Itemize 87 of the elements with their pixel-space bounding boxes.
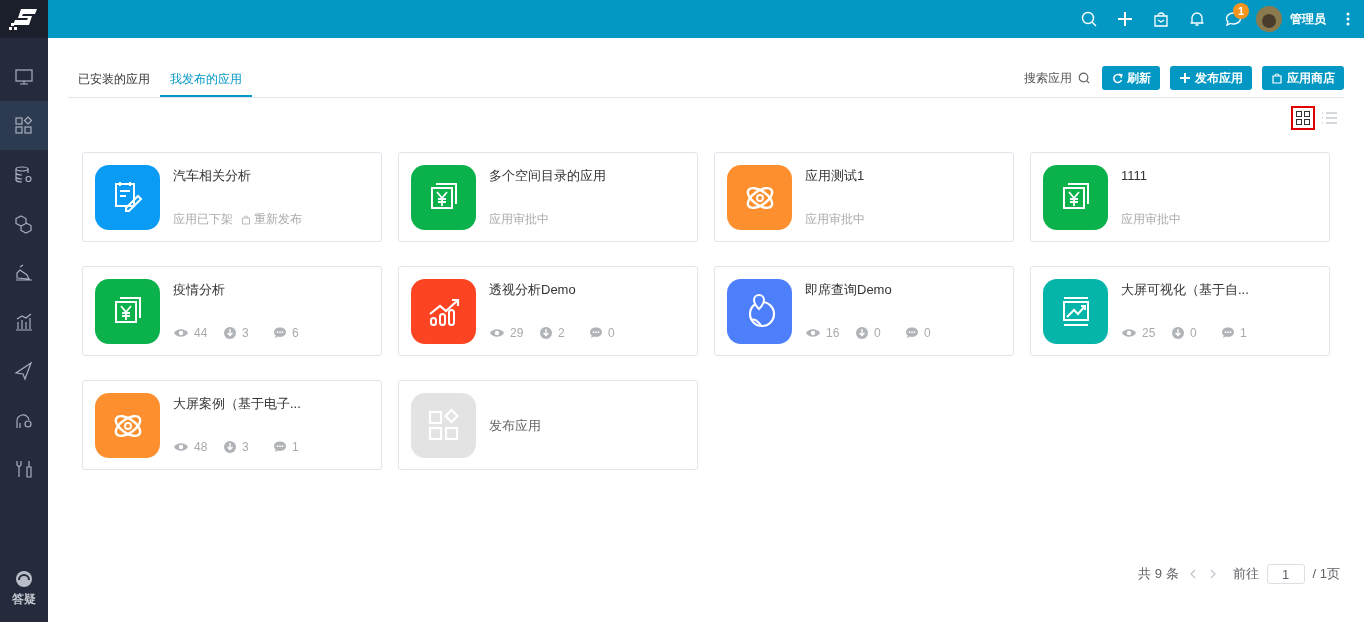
more-icon[interactable] (1346, 12, 1350, 26)
eye-icon (489, 326, 505, 340)
eye-icon (1121, 326, 1137, 340)
comment-count: 0 (924, 325, 931, 342)
grid-view-button[interactable] (1291, 106, 1315, 130)
comment-icon (273, 326, 287, 340)
page-input[interactable]: 1 (1266, 564, 1305, 584)
database-gear-icon (14, 164, 34, 185)
app-title: 疫情分析 (173, 281, 226, 299)
app-title: 应用测试1 (805, 167, 865, 185)
wrench-icon (14, 458, 34, 479)
bar-chart-icon (14, 311, 34, 332)
tab[interactable]: 已安装的应用 (68, 62, 160, 97)
apps-icon (14, 115, 34, 136)
comment-count: 1 (292, 439, 299, 456)
app-card[interactable]: 汽车相关分析 应用已下架 重新发布 (82, 152, 382, 242)
app-status: 应用审批中 (489, 211, 549, 228)
sidebar-item[interactable] (0, 101, 48, 150)
search-label[interactable]: 搜索应用 (1024, 69, 1072, 87)
app-status: 应用已下架 (173, 211, 233, 228)
app-title: 大屏案例（基于电子... (173, 395, 302, 413)
shopping-bag-icon (241, 213, 251, 225)
search-icon[interactable] (1078, 72, 1090, 84)
download-icon (223, 326, 237, 340)
app-title: 即席查询Demo (805, 281, 893, 299)
comment-icon (589, 326, 603, 340)
app-card[interactable]: 1111 应用审批中 (1030, 152, 1330, 242)
user-avatar[interactable] (1256, 6, 1282, 32)
plus-icon[interactable] (1117, 11, 1133, 27)
download-icon (1171, 326, 1185, 340)
app-title: 透视分析Demo (489, 281, 577, 299)
paper-plane-icon (14, 360, 34, 381)
list-icon (1320, 109, 1338, 127)
view-count: 29 (510, 325, 524, 342)
download-icon (539, 326, 553, 340)
app-title: 汽车相关分析 (173, 167, 252, 185)
download-count: 3 (242, 439, 249, 456)
download-icon (855, 326, 869, 340)
comment-count: 0 (608, 325, 615, 342)
app-card[interactable]: 即席查询Demo 16 0 0 (714, 266, 1014, 356)
grid-icon (1294, 109, 1312, 127)
app-title: 发布应用 (489, 416, 541, 435)
view-count: 25 (1142, 325, 1156, 342)
app-title: 大屏可视化（基于自... (1121, 281, 1250, 299)
eye-icon (173, 326, 189, 340)
goto-label: 前往 (1232, 565, 1259, 584)
publish-app-card[interactable]: 发布应用 (398, 380, 698, 470)
download-count: 2 (558, 325, 565, 342)
tab[interactable]: 我发布的应用 (160, 62, 252, 97)
view-count: 16 (826, 325, 840, 342)
app-title: 多个空间目录的应用 (489, 167, 606, 185)
eye-icon (805, 326, 821, 340)
view-count: 44 (194, 325, 208, 342)
monitor-icon (14, 66, 34, 87)
app-card[interactable]: 大屏案例（基于电子... 48 3 1 (82, 380, 382, 470)
app-status: 应用审批中 (805, 211, 865, 228)
comment-icon (1221, 326, 1235, 340)
search-icon[interactable] (1081, 11, 1097, 27)
comment-icon (273, 440, 287, 454)
logo-icon (9, 7, 39, 31)
app-card[interactable]: 多个空间目录的应用 应用审批中 (398, 152, 698, 242)
download-count: 3 (242, 325, 249, 342)
view-count: 48 (194, 439, 208, 456)
shopping-bag-icon (1271, 72, 1283, 84)
app-card[interactable]: 透视分析Demo 29 2 0 (398, 266, 698, 356)
download-count: 0 (1190, 325, 1197, 342)
total-count: 共 9 条 (1138, 565, 1179, 584)
cubes-icon (14, 213, 34, 234)
app-title: 1111 (1121, 167, 1149, 185)
app-status: 应用审批中 (1121, 211, 1181, 228)
app-card[interactable]: 应用测试1 应用审批中 (714, 152, 1014, 242)
refresh-icon (1111, 72, 1123, 84)
headset-icon[interactable] (15, 570, 33, 588)
comment-count: 6 (292, 325, 299, 342)
app-card[interactable]: 疫情分析 44 3 6 (82, 266, 382, 356)
download-count: 0 (874, 325, 881, 342)
help-label[interactable]: 答疑 (12, 590, 36, 608)
page-count: / 1页 (1312, 565, 1340, 584)
shopping-bag-icon[interactable] (1153, 11, 1169, 27)
bell-icon[interactable] (1189, 11, 1205, 27)
plus-icon (1179, 72, 1191, 84)
app-card[interactable]: 大屏可视化（基于自... 25 0 1 (1030, 266, 1330, 356)
download-icon (223, 440, 237, 454)
eye-icon (173, 440, 189, 454)
notification-badge: 1 (1233, 3, 1249, 19)
comment-icon (905, 326, 919, 340)
comment-count: 1 (1240, 325, 1247, 342)
